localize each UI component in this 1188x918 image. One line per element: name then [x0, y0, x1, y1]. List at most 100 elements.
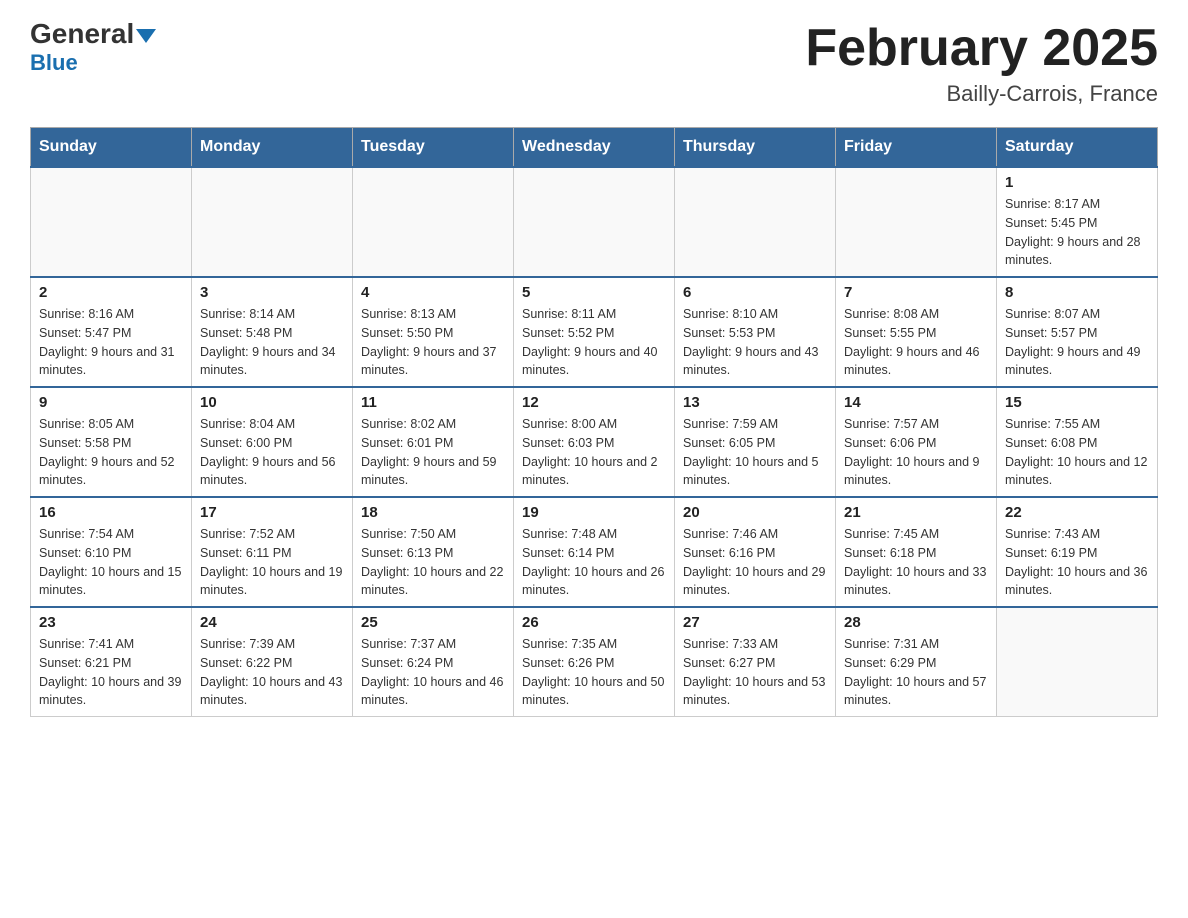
weekday-header: Sunday: [31, 128, 192, 168]
calendar-cell: 15Sunrise: 7:55 AMSunset: 6:08 PMDayligh…: [997, 387, 1158, 497]
weekday-header: Wednesday: [514, 128, 675, 168]
day-info: Sunrise: 8:04 AMSunset: 6:00 PMDaylight:…: [200, 415, 344, 490]
calendar-cell: 16Sunrise: 7:54 AMSunset: 6:10 PMDayligh…: [31, 497, 192, 607]
logo-blue: Blue: [30, 50, 78, 76]
day-info: Sunrise: 7:52 AMSunset: 6:11 PMDaylight:…: [200, 525, 344, 600]
calendar-cell: 19 Sunrise: 7:48 AMSunset: 6:14 PMDayligh…: [514, 497, 675, 607]
calendar-location: Bailly-Carrois, France: [805, 81, 1158, 107]
day-number: 12: [522, 394, 666, 411]
logo-triangle-icon: [136, 29, 156, 43]
calendar-cell: 28 Sunrise: 7:31 AMSunset: 6:29 PMDayligh…: [836, 607, 997, 717]
calendar-cell: 24 Sunrise: 7:39 AMSunset: 6:22 PMDayligh…: [192, 607, 353, 717]
calendar-cell: 10 Sunrise: 8:04 AMSunset: 6:00 PMDayligh…: [192, 387, 353, 497]
calendar-cell: 11 Sunrise: 8:02 AMSunset: 6:01 PMDayligh…: [353, 387, 514, 497]
day-info: Sunrise: 8:11 AMSunset: 5:52 PMDaylight:…: [522, 305, 666, 380]
day-info: Sunrise: 7:59 AMSunset: 6:05 PMDaylight:…: [683, 415, 827, 490]
calendar-cell: 2 Sunrise: 8:16 AMSunset: 5:47 PMDaylight…: [31, 277, 192, 387]
page-header: General Blue February 2025 Bailly-Carroi…: [30, 20, 1158, 107]
day-number: 6: [683, 284, 827, 301]
weekday-header-row: SundayMondayTuesdayWednesdayThursdayFrid…: [31, 128, 1158, 168]
day-number: 9: [39, 394, 183, 411]
day-number: 7: [844, 284, 988, 301]
weekday-header: Tuesday: [353, 128, 514, 168]
calendar-cell: 12 Sunrise: 8:00 AMSunset: 6:03 PMDayligh…: [514, 387, 675, 497]
calendar-cell: 21Sunrise: 7:45 AMSunset: 6:18 PMDayligh…: [836, 497, 997, 607]
day-number: 8: [1005, 284, 1149, 301]
day-number: 25: [361, 614, 505, 631]
calendar-cell: 13 Sunrise: 7:59 AMSunset: 6:05 PMDayligh…: [675, 387, 836, 497]
day-info: Sunrise: 8:13 AMSunset: 5:50 PMDaylight:…: [361, 305, 505, 380]
calendar-cell: 14 Sunrise: 7:57 AMSunset: 6:06 PMDayligh…: [836, 387, 997, 497]
day-number: 5: [522, 284, 666, 301]
day-number: 10: [200, 394, 344, 411]
week-row: 2 Sunrise: 8:16 AMSunset: 5:47 PMDaylight…: [31, 277, 1158, 387]
day-number: 18: [361, 504, 505, 521]
day-info: Sunrise: 7:50 AMSunset: 6:13 PMDaylight:…: [361, 525, 505, 600]
day-info: Sunrise: 7:37 AMSunset: 6:24 PMDaylight:…: [361, 635, 505, 710]
calendar-cell: 7 Sunrise: 8:08 AMSunset: 5:55 PMDaylight…: [836, 277, 997, 387]
day-number: 26: [522, 614, 666, 631]
week-row: 23Sunrise: 7:41 AMSunset: 6:21 PMDayligh…: [31, 607, 1158, 717]
logo: General Blue: [30, 20, 156, 76]
day-number: 13: [683, 394, 827, 411]
calendar-cell: 5 Sunrise: 8:11 AMSunset: 5:52 PMDaylight…: [514, 277, 675, 387]
day-info: Sunrise: 7:54 AMSunset: 6:10 PMDaylight:…: [39, 525, 183, 600]
calendar-table: SundayMondayTuesdayWednesdayThursdayFrid…: [30, 127, 1158, 717]
calendar-cell: 8 Sunrise: 8:07 AMSunset: 5:57 PMDaylight…: [997, 277, 1158, 387]
day-info: Sunrise: 7:46 AMSunset: 6:16 PMDaylight:…: [683, 525, 827, 600]
day-info: Sunrise: 7:31 AMSunset: 6:29 PMDaylight:…: [844, 635, 988, 710]
calendar-cell: 4 Sunrise: 8:13 AMSunset: 5:50 PMDaylight…: [353, 277, 514, 387]
day-number: 11: [361, 394, 505, 411]
day-info: Sunrise: 7:33 AMSunset: 6:27 PMDaylight:…: [683, 635, 827, 710]
day-info: Sunrise: 8:02 AMSunset: 6:01 PMDaylight:…: [361, 415, 505, 490]
day-info: Sunrise: 7:43 AMSunset: 6:19 PMDaylight:…: [1005, 525, 1149, 600]
day-info: Sunrise: 7:41 AMSunset: 6:21 PMDaylight:…: [39, 635, 183, 710]
week-row: 1 Sunrise: 8:17 AMSunset: 5:45 PMDaylight…: [31, 167, 1158, 277]
day-number: 1: [1005, 174, 1149, 191]
calendar-title: February 2025: [805, 20, 1158, 77]
day-number: 20: [683, 504, 827, 521]
calendar-cell: [353, 167, 514, 277]
day-info: Sunrise: 8:14 AMSunset: 5:48 PMDaylight:…: [200, 305, 344, 380]
day-info: Sunrise: 7:39 AMSunset: 6:22 PMDaylight:…: [200, 635, 344, 710]
day-number: 22: [1005, 504, 1149, 521]
week-row: 9 Sunrise: 8:05 AMSunset: 5:58 PMDaylight…: [31, 387, 1158, 497]
calendar-cell: 9 Sunrise: 8:05 AMSunset: 5:58 PMDaylight…: [31, 387, 192, 497]
weekday-header: Monday: [192, 128, 353, 168]
day-number: 19: [522, 504, 666, 521]
calendar-cell: 22 Sunrise: 7:43 AMSunset: 6:19 PMDayligh…: [997, 497, 1158, 607]
calendar-cell: 6 Sunrise: 8:10 AMSunset: 5:53 PMDaylight…: [675, 277, 836, 387]
calendar-cell: 23Sunrise: 7:41 AMSunset: 6:21 PMDayligh…: [31, 607, 192, 717]
day-info: Sunrise: 8:16 AMSunset: 5:47 PMDaylight:…: [39, 305, 183, 380]
day-info: Sunrise: 8:08 AMSunset: 5:55 PMDaylight:…: [844, 305, 988, 380]
weekday-header: Friday: [836, 128, 997, 168]
day-info: Sunrise: 8:07 AMSunset: 5:57 PMDaylight:…: [1005, 305, 1149, 380]
calendar-cell: 25 Sunrise: 7:37 AMSunset: 6:24 PMDayligh…: [353, 607, 514, 717]
day-number: 24: [200, 614, 344, 631]
weekday-header: Saturday: [997, 128, 1158, 168]
day-number: 27: [683, 614, 827, 631]
day-info: Sunrise: 7:45 AMSunset: 6:18 PMDaylight:…: [844, 525, 988, 600]
logo-general: General: [30, 20, 156, 48]
day-number: 17: [200, 504, 344, 521]
calendar-cell: 17 Sunrise: 7:52 AMSunset: 6:11 PMDayligh…: [192, 497, 353, 607]
day-info: Sunrise: 8:00 AMSunset: 6:03 PMDaylight:…: [522, 415, 666, 490]
day-number: 2: [39, 284, 183, 301]
calendar-cell: 20 Sunrise: 7:46 AMSunset: 6:16 PMDayligh…: [675, 497, 836, 607]
day-info: Sunrise: 8:10 AMSunset: 5:53 PMDaylight:…: [683, 305, 827, 380]
day-info: Sunrise: 7:48 AMSunset: 6:14 PMDaylight:…: [522, 525, 666, 600]
calendar-cell: 27 Sunrise: 7:33 AMSunset: 6:27 PMDayligh…: [675, 607, 836, 717]
calendar-cell: 18 Sunrise: 7:50 AMSunset: 6:13 PMDayligh…: [353, 497, 514, 607]
day-info: Sunrise: 8:05 AMSunset: 5:58 PMDaylight:…: [39, 415, 183, 490]
day-info: Sunrise: 7:57 AMSunset: 6:06 PMDaylight:…: [844, 415, 988, 490]
calendar-cell: 3 Sunrise: 8:14 AMSunset: 5:48 PMDaylight…: [192, 277, 353, 387]
calendar-cell: 26Sunrise: 7:35 AMSunset: 6:26 PMDayligh…: [514, 607, 675, 717]
day-number: 3: [200, 284, 344, 301]
calendar-cell: [192, 167, 353, 277]
calendar-cell: [997, 607, 1158, 717]
day-info: Sunrise: 8:17 AMSunset: 5:45 PMDaylight:…: [1005, 195, 1149, 270]
day-number: 28: [844, 614, 988, 631]
calendar-cell: [675, 167, 836, 277]
day-number: 4: [361, 284, 505, 301]
day-number: 14: [844, 394, 988, 411]
